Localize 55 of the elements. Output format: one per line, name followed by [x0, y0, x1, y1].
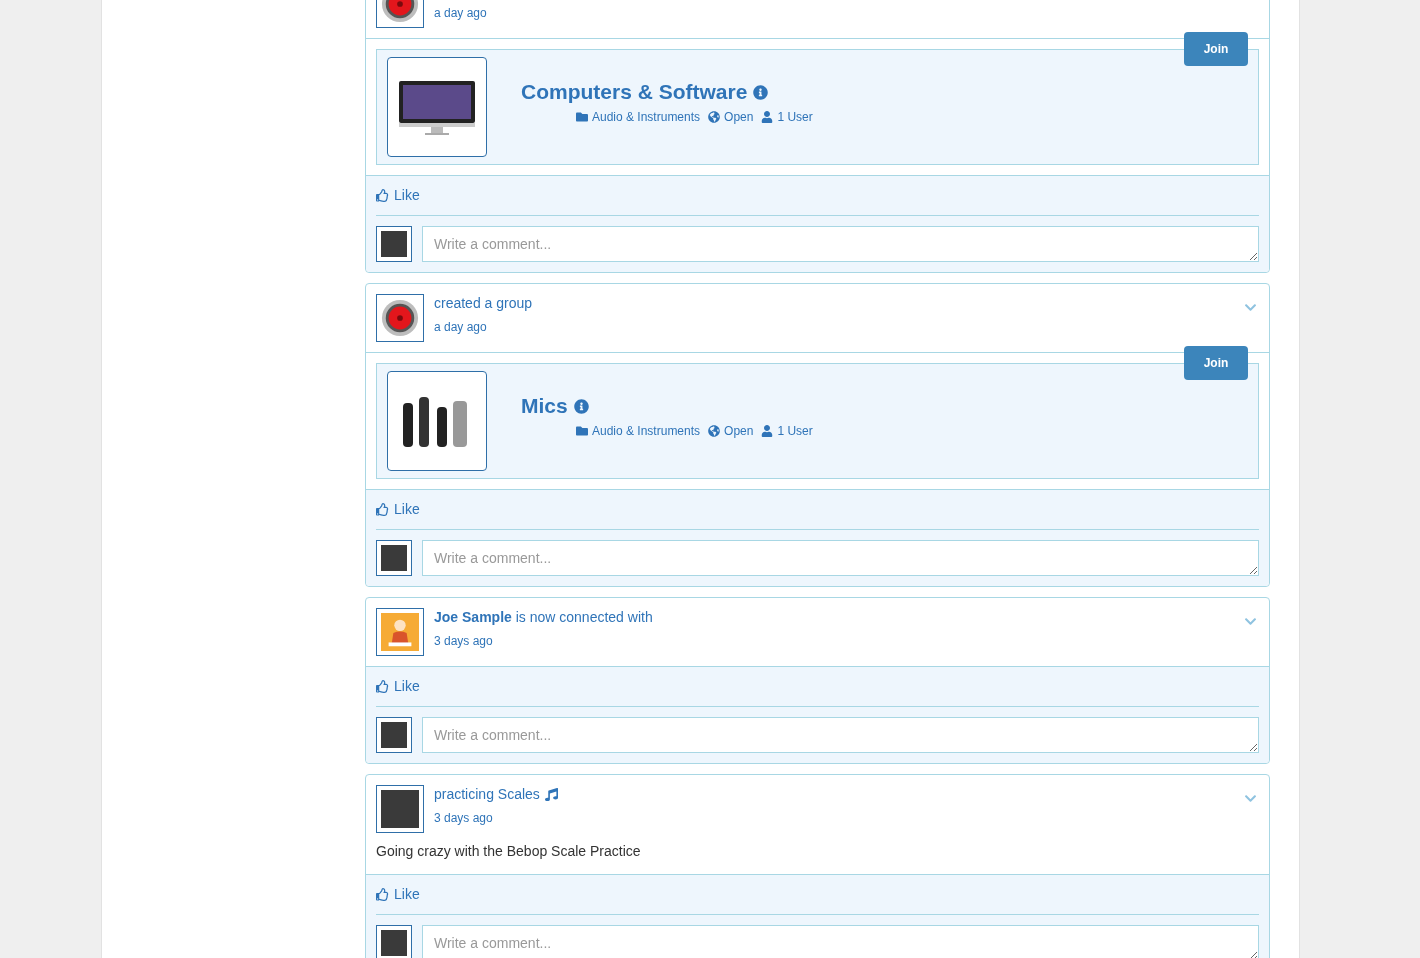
comment-field[interactable]: Write a comment... — [422, 540, 1259, 576]
group-name-link[interactable]: Mics — [521, 390, 568, 422]
avatar-frame[interactable] — [376, 785, 424, 833]
timestamp: a day ago — [434, 5, 487, 22]
group-name-link[interactable]: Computers & Software — [521, 76, 748, 108]
avatar-frame[interactable] — [376, 226, 412, 262]
join-button[interactable]: Join — [1184, 346, 1248, 380]
info-icon[interactable] — [573, 398, 589, 414]
group-image-frame[interactable] — [387, 57, 487, 157]
like-button[interactable]: Like — [376, 185, 420, 206]
user-icon — [761, 424, 774, 437]
group-image-frame[interactable] — [387, 371, 487, 471]
photo-placeholder — [381, 930, 407, 956]
group-category[interactable]: Audio & Instruments — [592, 107, 701, 126]
post-text: Going crazy with the Bebop Scale Practice — [375, 842, 642, 861]
avatar-frame[interactable] — [376, 925, 412, 958]
thumbs-up-icon — [376, 189, 389, 202]
avatar-frame[interactable] — [376, 717, 412, 753]
comment-field[interactable]: Write a comment... — [422, 226, 1259, 262]
join-button[interactable]: Join — [1184, 32, 1248, 66]
comment-field[interactable]: Write a comment... — [422, 925, 1259, 958]
user-icon — [761, 110, 774, 123]
timestamp: 3 days ago — [434, 810, 494, 827]
comment-field[interactable]: Write a comment... — [422, 717, 1259, 753]
avatar-frame[interactable] — [376, 294, 424, 342]
group-privacy: Open — [724, 108, 754, 126]
photo-placeholder — [381, 545, 407, 571]
globe-icon — [708, 424, 721, 437]
record-logo-icon — [381, 299, 419, 337]
group-members: 1 User — [777, 422, 813, 440]
photo-placeholder — [381, 790, 419, 828]
like-button[interactable]: Like — [376, 884, 420, 905]
activity-title: created a group — [434, 294, 533, 313]
timestamp: 3 days ago — [434, 633, 494, 650]
activity-title: practicing Scales — [434, 785, 540, 804]
avatar-frame[interactable] — [376, 540, 412, 576]
group-members: 1 User — [777, 108, 813, 126]
music-note-icon — [544, 788, 558, 801]
info-icon[interactable] — [753, 84, 769, 100]
like-button[interactable]: Like — [376, 499, 420, 520]
group-category[interactable]: Audio & Instruments — [592, 421, 701, 440]
thumbs-up-icon — [376, 888, 389, 901]
timestamp: a day ago — [434, 319, 488, 336]
photo-placeholder — [381, 722, 407, 748]
like-button[interactable]: Like — [376, 676, 420, 697]
folder-icon — [576, 110, 588, 123]
globe-icon — [708, 110, 721, 123]
person-illustration-icon — [381, 613, 419, 651]
photo-placeholder — [381, 231, 407, 257]
folder-icon — [576, 424, 588, 437]
activity-title: Joe Sample is now connected with — [434, 608, 653, 627]
group-privacy: Open — [724, 422, 754, 440]
avatar-frame[interactable] — [376, 608, 424, 656]
thumbs-up-icon — [376, 503, 389, 516]
thumbs-up-icon — [376, 680, 389, 693]
